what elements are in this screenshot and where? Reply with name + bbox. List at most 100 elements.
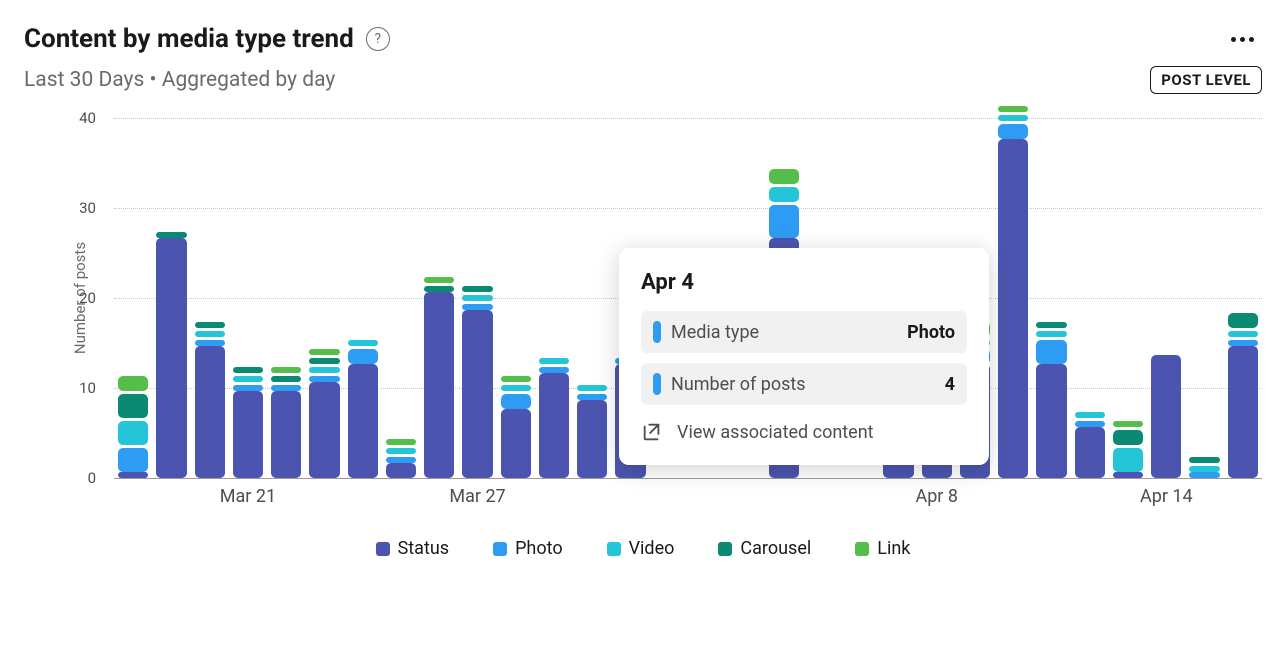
legend-swatch (855, 542, 869, 556)
bar-stack[interactable] (424, 274, 454, 478)
legend-item-video[interactable]: Video (607, 538, 675, 559)
bar-segment-carousel[interactable] (309, 358, 339, 364)
bar-segment-video[interactable] (577, 385, 607, 391)
bar-segment-video[interactable] (998, 115, 1028, 121)
bar-stack[interactable] (1189, 454, 1219, 478)
bar-segment-video[interactable] (539, 358, 569, 364)
bar-segment-link[interactable] (998, 106, 1028, 112)
bar-segment-status[interactable] (501, 409, 531, 478)
bar-segment-video[interactable] (118, 421, 148, 445)
bar-segment-video[interactable] (309, 367, 339, 373)
bar-stack[interactable] (539, 355, 569, 478)
bar-segment-carousel[interactable] (1036, 322, 1066, 328)
tooltip-row-value: Photo (907, 322, 955, 343)
bar-stack[interactable] (577, 382, 607, 478)
legend-swatch (376, 542, 390, 556)
bar-segment-video[interactable] (386, 448, 416, 454)
bar-segment-video[interactable] (233, 376, 263, 382)
view-associated-content-link[interactable]: View associated content (641, 421, 967, 443)
bar-segment-link[interactable] (1113, 421, 1143, 427)
bar-segment-status[interactable] (118, 472, 148, 478)
bar-segment-photo[interactable] (998, 124, 1028, 139)
bar-segment-link[interactable] (769, 169, 799, 184)
x-tick: Apr 14 (1140, 486, 1193, 507)
bar-stack[interactable] (462, 283, 492, 478)
grid-line (114, 478, 1262, 479)
legend-label: Status (398, 538, 449, 559)
bar-segment-carousel[interactable] (195, 322, 225, 328)
bar-segment-carousel[interactable] (271, 376, 301, 382)
bar-stack[interactable] (348, 337, 378, 478)
legend-label: Link (877, 538, 910, 559)
bar-segment-video[interactable] (1036, 331, 1066, 337)
bar-stack[interactable] (1075, 409, 1105, 478)
bar-stack[interactable] (118, 373, 148, 478)
bar-stack[interactable] (271, 364, 301, 478)
bar-segment-status[interactable] (195, 346, 225, 478)
bar-segment-status[interactable] (348, 364, 378, 478)
bar-segment-photo[interactable] (118, 448, 148, 472)
bar-segment-carousel[interactable] (1113, 430, 1143, 445)
bar-segment-link[interactable] (424, 277, 454, 283)
bar-stack[interactable] (1151, 355, 1181, 478)
bar-segment-status[interactable] (539, 373, 569, 478)
bar-segment-status[interactable] (1151, 355, 1181, 478)
bar-segment-carousel[interactable] (233, 367, 263, 373)
bar-segment-video[interactable] (462, 295, 492, 301)
bar-segment-status[interactable] (309, 382, 339, 478)
bar-stack[interactable] (501, 373, 531, 478)
bar-segment-video[interactable] (195, 331, 225, 337)
bar-segment-status[interactable] (386, 463, 416, 478)
bar-segment-link[interactable] (271, 367, 301, 373)
bar-segment-video[interactable] (1075, 412, 1105, 418)
bar-segment-carousel[interactable] (118, 394, 148, 418)
bar-segment-photo[interactable] (1036, 340, 1066, 364)
legend-item-link[interactable]: Link (855, 538, 910, 559)
bar-segment-status[interactable] (577, 400, 607, 478)
bar-segment-carousel[interactable] (462, 286, 492, 292)
bar-stack[interactable] (233, 364, 263, 478)
post-level-badge: POST LEVEL (1150, 66, 1262, 94)
bar-segment-link[interactable] (386, 439, 416, 445)
legend-item-status[interactable]: Status (376, 538, 449, 559)
bar-segment-status[interactable] (998, 139, 1028, 478)
bar-segment-status[interactable] (1228, 346, 1258, 478)
bar-segment-carousel[interactable] (1228, 313, 1258, 328)
y-tick: 10 (79, 379, 96, 397)
legend-item-carousel[interactable]: Carousel (718, 538, 811, 559)
more-menu-icon[interactable] (1223, 29, 1262, 50)
bar-segment-link[interactable] (501, 376, 531, 382)
bar-segment-status[interactable] (156, 238, 186, 478)
bar-segment-status[interactable] (1036, 364, 1066, 478)
bar-segment-link[interactable] (118, 376, 148, 391)
bar-stack[interactable] (1113, 418, 1143, 478)
bar-segment-status[interactable] (271, 391, 301, 478)
legend-item-photo[interactable]: Photo (493, 538, 563, 559)
help-icon[interactable]: ? (366, 27, 390, 51)
bar-segment-video[interactable] (1113, 448, 1143, 472)
bar-segment-video[interactable] (1228, 331, 1258, 337)
bar-stack[interactable] (386, 436, 416, 478)
bar-segment-status[interactable] (1113, 472, 1143, 478)
bar-segment-status[interactable] (1075, 427, 1105, 478)
bar-stack[interactable] (309, 346, 339, 478)
bar-segment-video[interactable] (501, 385, 531, 391)
bar-segment-status[interactable] (462, 310, 492, 478)
bar-segment-carousel[interactable] (1189, 457, 1219, 463)
bar-stack[interactable] (1228, 310, 1258, 478)
bar-stack[interactable] (156, 229, 186, 478)
bar-segment-photo[interactable] (769, 205, 799, 238)
bar-segment-video[interactable] (348, 340, 378, 346)
bar-segment-photo[interactable] (1189, 472, 1219, 478)
bar-stack[interactable] (998, 103, 1028, 478)
bar-stack[interactable] (195, 319, 225, 478)
bar-segment-photo[interactable] (348, 349, 378, 364)
bar-stack[interactable] (1036, 319, 1066, 478)
legend-swatch (493, 542, 507, 556)
bar-segment-status[interactable] (424, 292, 454, 478)
bar-segment-link[interactable] (309, 349, 339, 355)
bar-segment-photo[interactable] (501, 394, 531, 409)
bar-segment-video[interactable] (769, 187, 799, 202)
plot-area: 010203040 Mar 21Mar 27Apr 8Apr 14 Apr 4 … (64, 118, 1262, 478)
bar-segment-status[interactable] (233, 391, 263, 478)
